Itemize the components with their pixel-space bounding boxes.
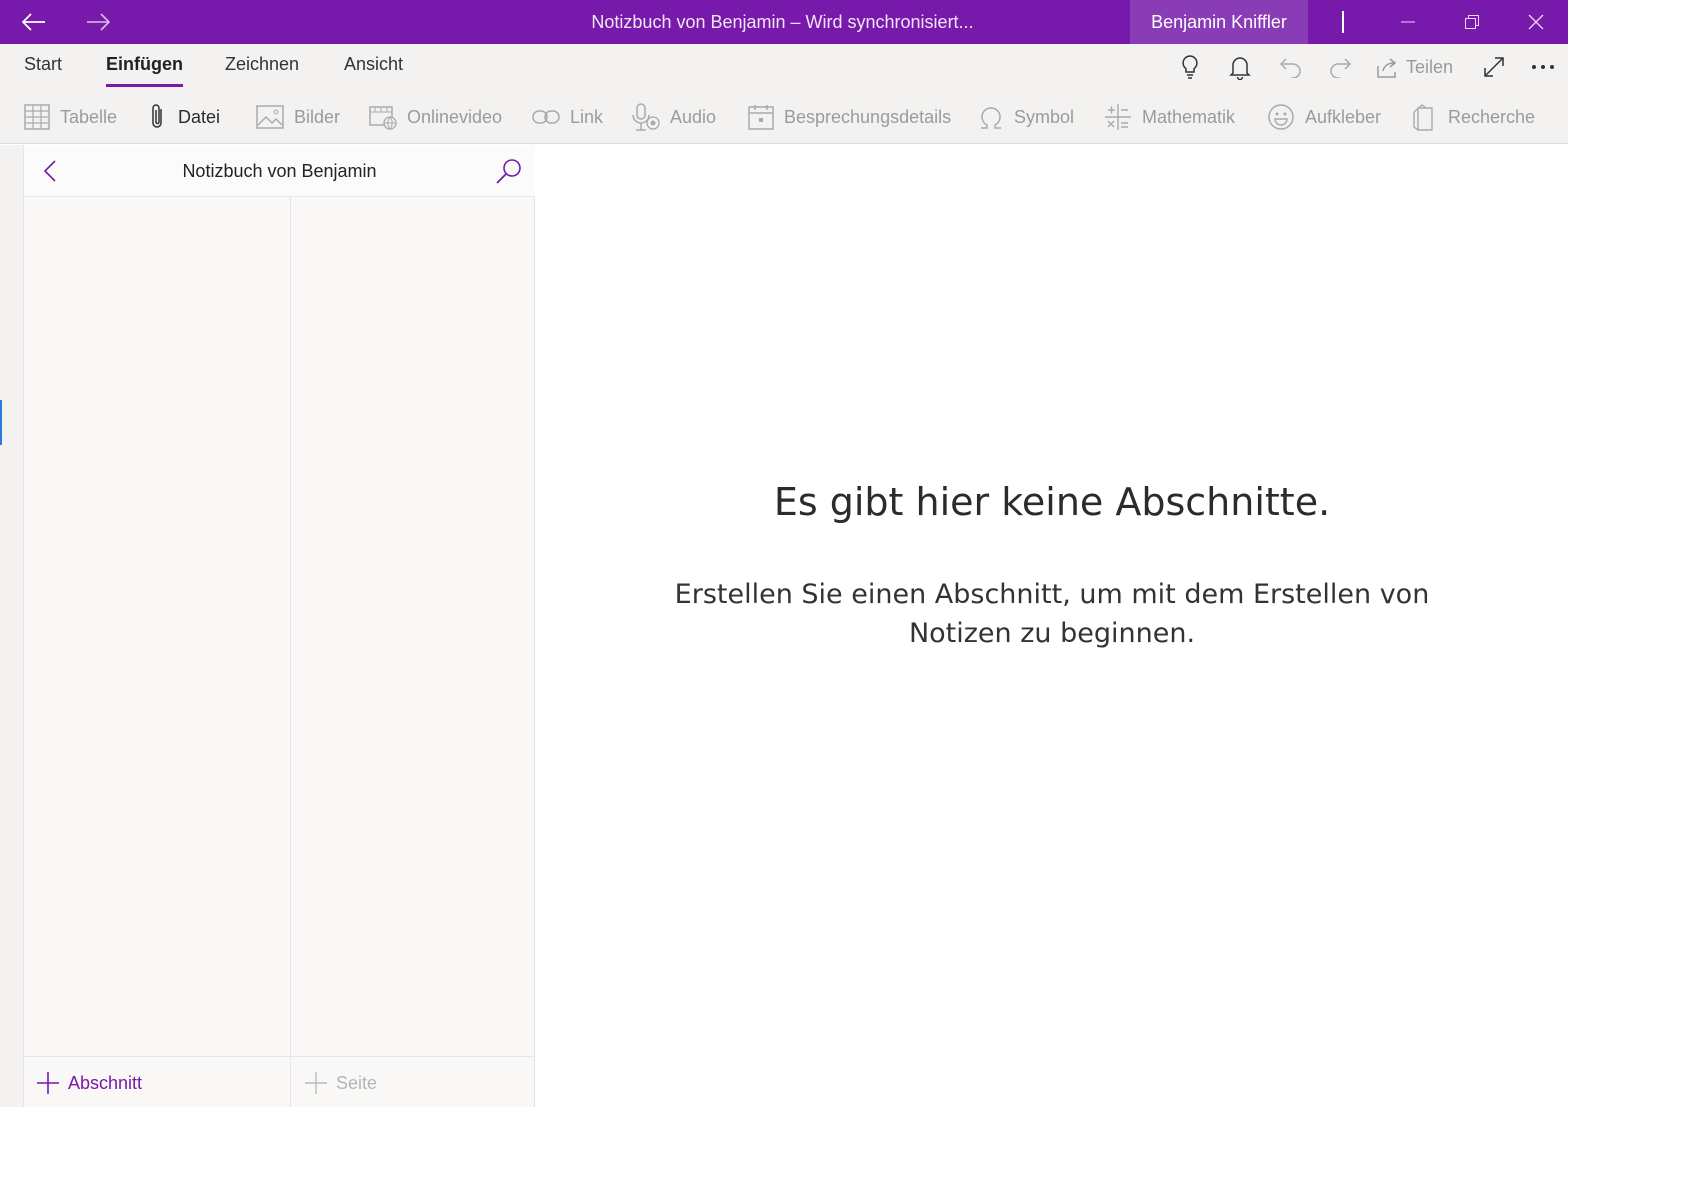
insert-math-button[interactable]: Mathematik [1104,102,1235,132]
redo-button[interactable] [1325,52,1355,82]
tab-start[interactable]: Start [24,54,62,88]
arrow-right-icon [87,13,110,31]
insert-online-video-button[interactable]: Onlinevideo [369,102,502,132]
insert-audio-button[interactable]: Audio [632,102,716,132]
chevron-left-icon [43,160,56,182]
notebook-header: Notizbuch von Benjamin [24,145,535,197]
insert-ribbon: Tabelle Datei Bilder Onlinevideo Link Au… [0,90,1568,144]
title-bar: Notizbuch von Benjamin – Wird synchronis… [0,0,1568,44]
insert-sticker-button[interactable]: Aufkleber [1267,102,1381,132]
navigation-edge [0,145,24,1107]
notifications-button[interactable] [1225,52,1255,82]
restore-icon [1465,15,1479,29]
share-button[interactable]: Teilen [1376,52,1453,82]
plus-icon [37,1072,59,1094]
insert-sticker-label: Aufkleber [1305,106,1382,127]
tab-zeichnen[interactable]: Zeichnen [225,54,299,88]
omega-icon [981,107,1001,129]
forward-arrow-button[interactable] [66,0,130,44]
insert-symbol-label: Symbol [1014,106,1075,127]
search-icon [496,159,521,184]
tab-einfuegen[interactable]: Einfügen [106,54,183,88]
insert-table-label: Tabelle [60,106,118,127]
empty-state-title: Es gibt hier keine Abschnitte. [773,480,1331,524]
research-icon [1413,104,1433,131]
insert-file-label: Datei [178,106,221,127]
search-button[interactable] [494,156,524,186]
insert-pictures-label: Bilder [294,106,341,127]
insert-meeting-details-button[interactable]: Besprechungsdetails [748,102,951,132]
math-icon [1105,104,1131,130]
insert-online-video-label: Onlinevideo [407,106,503,127]
microphone-icon [632,103,660,131]
add-page-label: Seite [336,1072,378,1093]
pane-footer: Abschnitt Seite [24,1056,535,1107]
insert-file-button[interactable]: Datei [148,102,220,132]
insert-audio-label: Audio [670,106,717,127]
add-section-label: Abschnitt [68,1072,143,1093]
tab-ansicht[interactable]: Ansicht [344,54,403,88]
undo-button[interactable] [1276,52,1306,82]
undo-icon [1279,58,1301,78]
notebook-name[interactable]: Notizbuch von Benjamin [84,145,475,197]
picture-icon [256,105,284,129]
paperclip-icon [152,104,162,128]
link-icon [532,110,560,124]
minimize-icon [1401,21,1415,23]
smiley-icon [1268,104,1294,130]
plus-icon [305,1072,327,1094]
table-icon [24,104,50,130]
insert-pictures-button[interactable]: Bilder [256,102,340,132]
research-button[interactable]: Recherche [1412,102,1535,132]
insert-link-label: Link [570,106,604,127]
calendar-icon [748,105,774,130]
edge-accent [0,400,2,445]
insert-link-button[interactable]: Link [532,102,603,132]
empty-state-message: Erstellen Sie einen Abschnitt, um mit de… [674,579,1430,649]
share-icon [1377,58,1397,78]
fullscreen-button[interactable] [1479,52,1509,82]
user-account-button[interactable]: Benjamin Kniffler [1130,0,1308,44]
arrow-left-icon [22,13,45,31]
insert-meeting-details-label: Besprechungsdetails [784,106,952,127]
minimize-button[interactable] [1376,0,1440,44]
add-section-button[interactable]: Abschnitt [36,1071,142,1095]
notebooks-back-button[interactable] [36,157,64,185]
insert-symbol-button[interactable]: Symbol [978,102,1074,132]
window-title: Notizbuch von Benjamin – Wird synchronis… [591,12,974,32]
expand-icon [1484,57,1504,77]
insert-math-label: Mathematik [1142,106,1236,127]
bell-icon [1229,57,1251,80]
close-button[interactable] [1504,0,1568,44]
tell-me-button[interactable] [1175,52,1205,82]
research-label: Recherche [1448,106,1536,127]
sections-pages-divider [290,197,291,1107]
lightbulb-icon [1182,55,1198,79]
share-label: Teilen [1406,56,1454,77]
add-page-button[interactable]: Seite [304,1071,377,1095]
ribbon-tabs: Start Einfügen Zeichnen Ansicht Teilen [0,44,1568,90]
navigation-pane: Notizbuch von Benjamin Abschnitt Seite [24,145,535,1107]
restore-button[interactable] [1440,0,1504,44]
title-separator [1342,11,1344,33]
more-icon [1532,65,1554,69]
redo-icon [1330,58,1352,78]
close-icon [1528,14,1544,30]
more-options-button[interactable] [1528,52,1558,82]
back-arrow-button[interactable] [2,0,66,44]
online-video-icon [369,106,397,130]
page-canvas: Es gibt hier keine Abschnitte. Erstellen… [536,145,1568,1107]
insert-table-button[interactable]: Tabelle [24,102,117,132]
